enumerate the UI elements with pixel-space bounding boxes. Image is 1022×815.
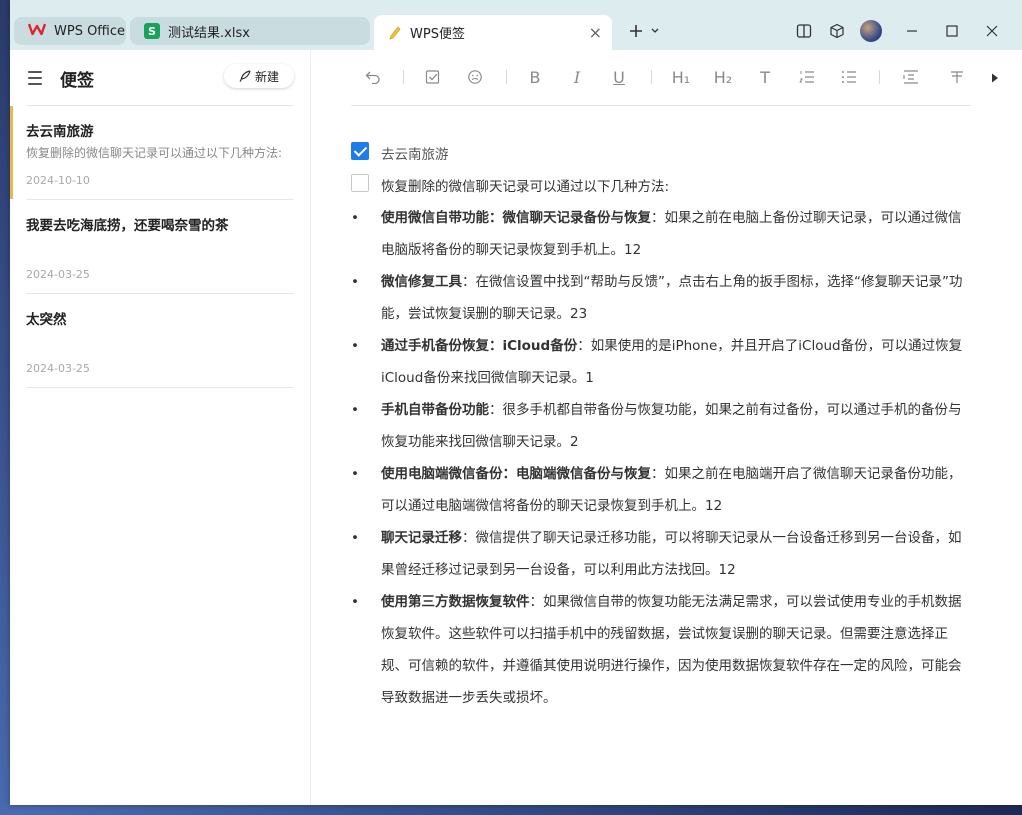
- text-style-icon[interactable]: T: [753, 66, 777, 88]
- close-icon: [986, 25, 998, 37]
- bullet-item: 使用电脑端微信备份：电脑端微信备份与恢复：如果之前在电脑端开启了微信聊天记录备份…: [351, 458, 973, 522]
- bullet-heading: 使用第三方数据恢复软件: [381, 594, 530, 610]
- bullet-heading: 手机自带备份功能: [381, 402, 489, 418]
- cube-button[interactable]: [825, 16, 849, 46]
- feather-pen-icon: [239, 70, 251, 82]
- note-editor: B I U H₁ H₂ T 去云南旅游 恢复删除的微信聊天记录可以通过以下几种方…: [311, 50, 1022, 805]
- bullet-item: 手机自带备份功能：很多手机都自带备份与恢复功能，如果之前有过备份，可以通过手机的…: [351, 394, 973, 458]
- note-date: 2024-10-10: [26, 174, 90, 187]
- bullet-item: 聊天记录迁移：微信提供了聊天记录迁移功能，可以将聊天记录从一台设备迁移到另一台设…: [351, 522, 973, 586]
- note-title: 去云南旅游: [26, 124, 94, 140]
- app-window: WPS Office S 测试结果.xlsx WPS便签 × 便签 新建 去云南…: [10, 0, 1022, 805]
- checklist-item: 去云南旅游: [351, 138, 973, 170]
- ordered-list-icon[interactable]: [795, 66, 819, 88]
- bullet-item: 使用微信自带功能：微信聊天记录备份与恢复：如果之前在电脑上备份过聊天记录，可以通…: [351, 202, 973, 266]
- undo-icon[interactable]: [361, 66, 385, 88]
- spreadsheet-icon: S: [144, 23, 160, 39]
- strikethrough-icon[interactable]: [945, 66, 969, 88]
- bullet-text: ：在微信设置中找到“帮助与反馈”，点击右上角的扳手图标，选择“修复聊天记录”功能…: [381, 274, 963, 322]
- bullet-item: 通过手机备份恢复：iCloud备份：如果使用的是iPhone，并且开启了iClo…: [351, 330, 973, 394]
- menu-icon[interactable]: [28, 71, 42, 89]
- close-window-button[interactable]: [980, 16, 1004, 46]
- notes-pen-icon: [388, 25, 402, 41]
- cube-icon: [830, 23, 844, 39]
- new-note-label: 新建: [254, 69, 279, 84]
- list-item[interactable]: 太突然 2024-03-25: [26, 293, 294, 388]
- sidebar-header: 便签 新建: [10, 50, 310, 105]
- maximize-button[interactable]: [940, 16, 964, 46]
- toolbar-divider: [506, 70, 507, 84]
- minimize-button[interactable]: [900, 16, 924, 46]
- checklist-text: 去云南旅游: [381, 147, 449, 163]
- new-note-button[interactable]: 新建: [224, 64, 294, 88]
- note-list: 去云南旅游 恢复删除的微信聊天记录可以通过以下几种方法: 2024-10-10 …: [10, 105, 310, 388]
- checkbox-icon[interactable]: [421, 66, 445, 88]
- bullet-text: ：如果微信自带的恢复功能无法满足需求，可以尝试使用专业的手机数据恢复软件。这些软…: [381, 594, 962, 706]
- bullet-heading: 微信修复工具: [381, 274, 462, 290]
- note-date: 2024-03-25: [26, 268, 90, 281]
- bullet-list: 使用微信自带功能：微信聊天记录备份与恢复：如果之前在电脑上备份过聊天记录，可以通…: [351, 202, 973, 714]
- italic-icon[interactable]: I: [565, 66, 589, 88]
- avatar[interactable]: [860, 20, 882, 42]
- bullet-heading: 使用微信自带功能：微信聊天记录备份与恢复: [381, 210, 651, 226]
- format-toolbar: B I U H₁ H₂ T: [351, 50, 971, 106]
- tab-spreadsheet[interactable]: S 测试结果.xlsx: [130, 17, 370, 45]
- title-bar: WPS Office S 测试结果.xlsx WPS便签 ×: [10, 0, 1022, 50]
- bullet-item: 微信修复工具：在微信设置中找到“帮助与反馈”，点击右上角的扳手图标，选择“修复聊…: [351, 266, 973, 330]
- bullet-heading: 通过手机备份恢复：iCloud备份: [381, 338, 578, 354]
- note-date: 2024-03-25: [26, 362, 90, 375]
- checklist-item: 恢复删除的微信聊天记录可以通过以下几种方法:: [351, 170, 973, 202]
- note-title: 太突然: [26, 312, 67, 328]
- bullet-item: 使用第三方数据恢复软件：如果微信自带的恢复功能无法满足需求，可以尝试使用专业的手…: [351, 586, 973, 714]
- bullet-heading: 聊天记录迁移: [381, 530, 462, 546]
- toolbar-divider: [403, 70, 404, 84]
- tab-wps-office[interactable]: WPS Office: [14, 17, 126, 45]
- bullet-list-icon[interactable]: [837, 66, 861, 88]
- tab-label: 测试结果.xlsx: [168, 25, 250, 41]
- toolbar-divider: [651, 70, 652, 84]
- sidebar-title: 便签: [60, 71, 94, 91]
- indent-icon[interactable]: [899, 66, 923, 88]
- heading2-icon[interactable]: H₂: [711, 66, 735, 88]
- bold-icon[interactable]: B: [523, 66, 547, 88]
- note-title: 我要去吃海底捞，还要喝奈雪的茶: [26, 218, 229, 234]
- checklist-text: 恢复删除的微信聊天记录可以通过以下几种方法:: [381, 179, 670, 195]
- toolbar-divider: [879, 70, 880, 84]
- bullet-heading: 使用电脑端微信备份：电脑端微信备份与恢复: [381, 466, 651, 482]
- heading1-icon[interactable]: H₁: [669, 66, 693, 88]
- new-tab-button[interactable]: [622, 16, 666, 46]
- tab-wps-notes[interactable]: WPS便签 ×: [374, 15, 612, 50]
- plus-dropdown-icon: [630, 25, 659, 37]
- list-item[interactable]: 去云南旅游 恢复删除的微信聊天记录可以通过以下几种方法: 2024-10-10: [10, 105, 294, 199]
- split-view-icon: [796, 24, 812, 38]
- split-view-button[interactable]: [792, 16, 816, 46]
- tab-close-icon[interactable]: ×: [589, 23, 602, 42]
- tab-label: WPS便签: [410, 27, 465, 42]
- emoji-icon[interactable]: [463, 66, 487, 88]
- note-content[interactable]: 去云南旅游 恢复删除的微信聊天记录可以通过以下几种方法: 使用微信自带功能：微信…: [351, 138, 973, 714]
- checkbox-checked[interactable]: [351, 142, 369, 160]
- bullet-text: ：微信提供了聊天记录迁移功能，可以将聊天记录从一台设备迁移到另一台设备，如果曾经…: [381, 530, 962, 578]
- wps-logo-icon: [27, 22, 47, 40]
- maximize-icon: [946, 25, 958, 37]
- notes-sidebar: 便签 新建 去云南旅游 恢复删除的微信聊天记录可以通过以下几种方法: 2024-…: [10, 50, 311, 805]
- toolbar-more-icon[interactable]: [991, 72, 999, 87]
- note-preview: 恢复删除的微信聊天记录可以通过以下几种方法:: [26, 146, 283, 160]
- tab-label: WPS Office: [54, 23, 126, 39]
- minimize-icon: [907, 30, 917, 32]
- checkbox-unchecked[interactable]: [351, 174, 369, 192]
- underline-icon[interactable]: U: [607, 66, 631, 88]
- list-item[interactable]: 我要去吃海底捞，还要喝奈雪的茶 2024-03-25: [26, 199, 294, 293]
